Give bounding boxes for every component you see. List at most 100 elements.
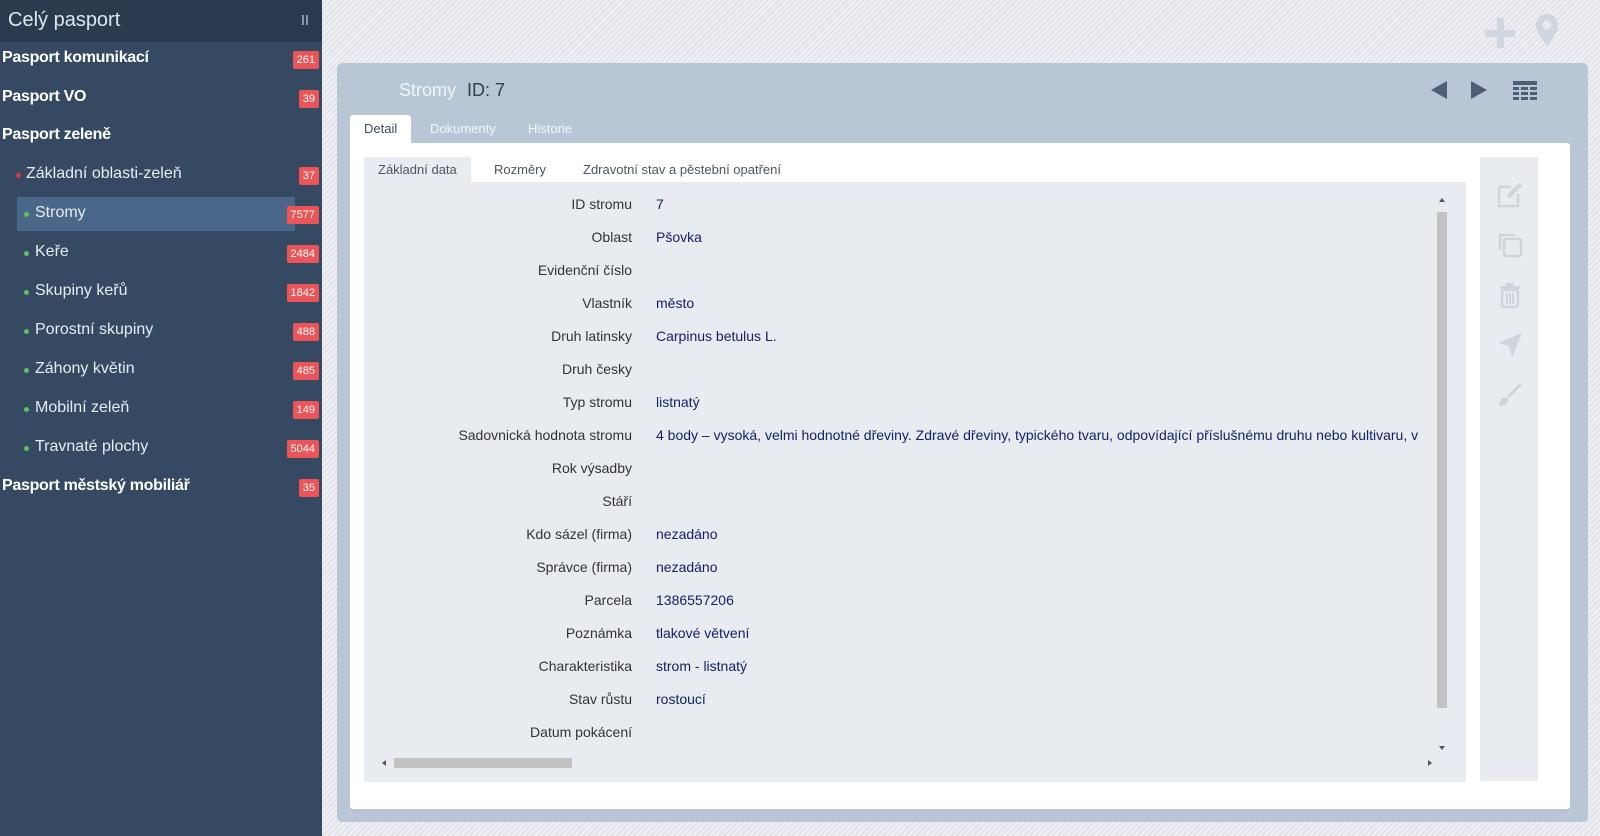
field-row: Vlastník město [364, 287, 1432, 320]
page-title: Stromy ID: 7 [399, 80, 505, 101]
navigate-icon[interactable] [1496, 331, 1524, 359]
sidebar-item-skupiny-keru[interactable]: Skupiny keřů 1842 [0, 275, 322, 309]
vertical-scrollbar[interactable] [1436, 196, 1448, 752]
add-icon[interactable] [1485, 18, 1515, 48]
count-badge: 37 [298, 167, 319, 185]
sidebar-item-travnate-plochy[interactable]: Travnaté plochy 5044 [0, 431, 322, 465]
tab-rozmery[interactable]: Rozměry [480, 157, 560, 182]
sidebar-item-stromy[interactable]: Stromy 7577 [0, 197, 322, 231]
field-value: nezadáno [656, 559, 718, 575]
trash-icon[interactable] [1496, 281, 1524, 309]
copy-icon[interactable] [1496, 231, 1524, 259]
pin-icon[interactable] [302, 15, 308, 25]
field-value: Carpinus betulus L. [656, 328, 777, 344]
count-badge: 2484 [286, 245, 319, 263]
sidebar-item-pasport-komunikaci[interactable]: Pasport komunikací 261 [0, 42, 322, 76]
field-row: Stav růstu rostoucí [364, 683, 1432, 716]
field-list: ID stromu 7 Oblast Pšovka Evidenční číslo … [364, 182, 1466, 782]
count-badge: 35 [298, 479, 319, 497]
sidebar: Celý pasport Pasport komunikací 261 Pasp… [0, 0, 322, 836]
sidebar-item-label: Pasport zeleně [2, 126, 111, 143]
scroll-thumb[interactable] [394, 758, 572, 768]
field-label: Charakteristika [538, 658, 632, 674]
field-label: Druh česky [561, 361, 632, 377]
field-label: Poznámka [565, 625, 632, 641]
scroll-down-icon[interactable] [1439, 746, 1445, 750]
sidebar-item-label: Záhony květin [35, 360, 135, 377]
sidebar-item-porostni-skupiny[interactable]: Porostní skupiny 488 [0, 314, 322, 348]
record-id: ID: 7 [467, 80, 506, 100]
brush-icon[interactable] [1496, 381, 1524, 409]
detail-panel: Stromy ID: 7 Detail Dokumenty Historie Z… [337, 63, 1588, 822]
count-badge: 261 [292, 51, 319, 69]
field-label: Rok výsadby [551, 460, 632, 476]
sidebar-item-pasport-zelene[interactable]: Pasport zeleně [0, 119, 322, 153]
sidebar-item-label: Mobilní zeleň [35, 399, 130, 416]
sidebar-item-label: Porostní skupiny [35, 321, 154, 338]
tab-dokumenty[interactable]: Dokumenty [416, 115, 510, 143]
scroll-thumb[interactable] [1437, 212, 1447, 708]
field-label: Typ stromu [562, 394, 632, 410]
sidebar-item-label: Stromy [35, 204, 86, 221]
field-label: Kdo sázel (firma) [526, 526, 632, 542]
field-row: Stáří [364, 485, 1432, 518]
green-dot-icon [24, 290, 29, 295]
field-row: ID stromu 7 [364, 188, 1432, 221]
sidebar-header: Celý pasport [0, 0, 322, 42]
sidebar-item-zakladni-oblasti[interactable]: Základní oblasti-zeleň 37 [0, 158, 322, 192]
sidebar-item-pasport-vo[interactable]: Pasport VO 39 [0, 81, 322, 115]
scroll-right-icon[interactable] [1428, 760, 1432, 766]
edit-icon[interactable] [1496, 181, 1524, 209]
field-row: Charakteristika strom - listnatý [364, 650, 1432, 683]
field-label: Druh latinsky [551, 328, 632, 344]
scroll-left-icon[interactable] [382, 760, 386, 766]
green-dot-icon [24, 251, 29, 256]
grid-view-icon[interactable] [1513, 81, 1537, 101]
field-value: strom - listnatý [656, 658, 748, 674]
field-row: Evidenční číslo [364, 254, 1432, 287]
field-row: Druh česky [364, 353, 1432, 386]
count-badge: 485 [292, 362, 319, 380]
count-badge: 5044 [286, 440, 319, 458]
field-value: 4 body – vysoká, velmi hodnotné dřeviny.… [656, 427, 1419, 443]
sidebar-item-mobilni-zelen[interactable]: Mobilní zeleň 149 [0, 392, 322, 426]
action-toolbar [1480, 157, 1538, 781]
field-label: Oblast [591, 229, 632, 245]
field-label: Správce (firma) [536, 559, 632, 575]
field-row: Oblast Pšovka [364, 221, 1432, 254]
count-badge: 488 [292, 323, 319, 341]
field-value: tlakové větvení [656, 625, 750, 641]
sidebar-title[interactable]: Celý pasport [8, 9, 120, 32]
field-row: Poznámka tlakové větvení [364, 617, 1432, 650]
tab-zdravotni-stav[interactable]: Zdravotní stav a pěstební opatření [569, 157, 795, 182]
next-record-icon[interactable] [1471, 81, 1487, 99]
field-value: Pšovka [656, 229, 702, 245]
sidebar-item-zahony-kvetin[interactable]: Záhony květin 485 [0, 353, 322, 387]
tab-historie[interactable]: Historie [514, 115, 586, 143]
tab-detail[interactable]: Detail [350, 115, 412, 143]
field-row: Datum pokácení [364, 716, 1432, 749]
map-pin-icon[interactable] [1536, 14, 1558, 46]
tab-zakladni-data[interactable]: Základní data [364, 157, 471, 182]
field-label: Datum pokácení [530, 724, 632, 740]
sidebar-item-kere[interactable]: Keře 2484 [0, 236, 322, 270]
field-row: Správce (firma) nezadáno [364, 551, 1432, 584]
count-badge: 39 [298, 90, 319, 108]
field-row: Parcela 1386557206 [364, 584, 1432, 617]
red-dot-icon [16, 173, 21, 178]
field-value: město [656, 295, 695, 311]
field-row: Rok výsadby [364, 452, 1432, 485]
horizontal-scrollbar[interactable] [378, 757, 1436, 769]
prev-record-icon[interactable] [1431, 81, 1447, 99]
inner-tabs: Základní data Rozměry Zdravotní stav a p… [364, 157, 1466, 182]
field-label: Parcela [584, 592, 632, 608]
sidebar-item-label: Pasport VO [2, 88, 87, 105]
field-row: Sadovnická hodnota stromu 4 body – vysoká… [364, 419, 1432, 452]
sidebar-item-label: Travnaté plochy [35, 438, 149, 455]
field-row: Typ stromu listnatý [364, 386, 1432, 419]
sidebar-item-mestsky-mobiliar[interactable]: Pasport městský mobiliář 35 [0, 470, 322, 504]
green-dot-icon [24, 446, 29, 451]
green-dot-icon [24, 368, 29, 373]
scroll-up-icon[interactable] [1439, 198, 1445, 202]
field-value: rostoucí [656, 691, 706, 707]
